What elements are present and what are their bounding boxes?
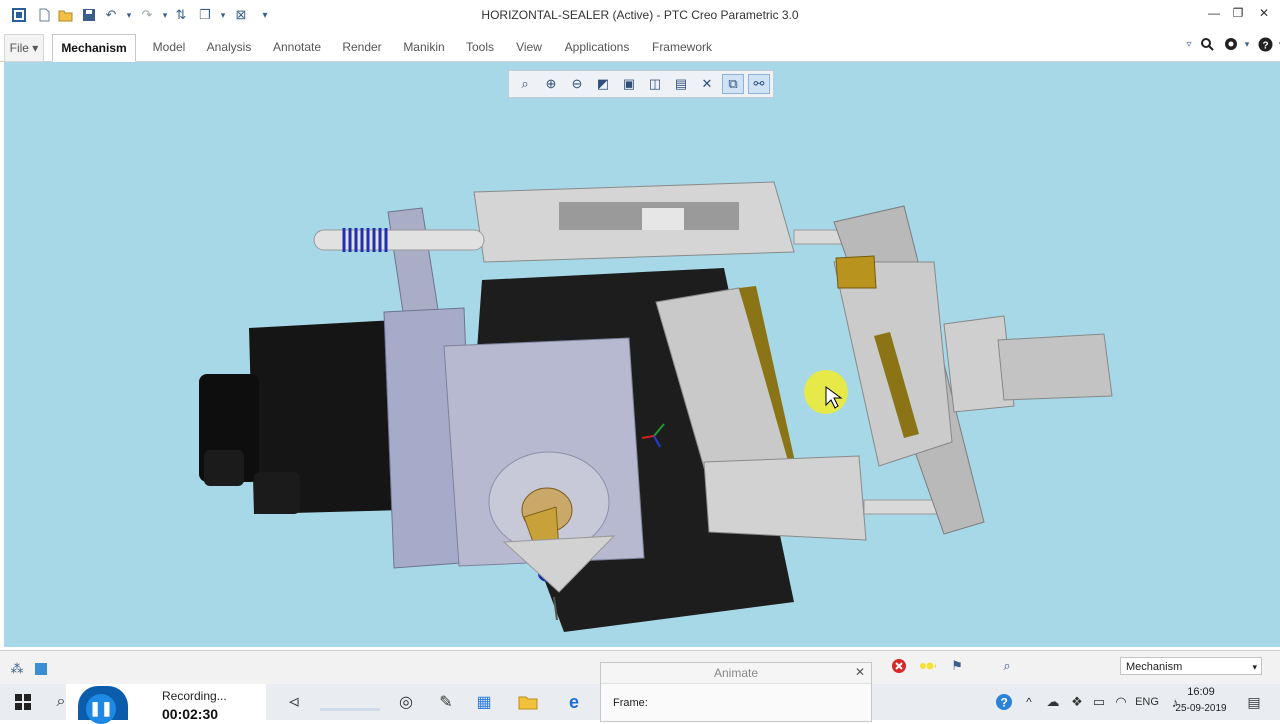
- tab-tools[interactable]: Tools: [458, 34, 502, 60]
- top-rod: [313, 229, 485, 251]
- pen-icon[interactable]: ✎: [432, 684, 460, 720]
- model-render: [199, 181, 1113, 632]
- pneumatic-cylinder: [997, 333, 1113, 401]
- battery-icon[interactable]: ▭: [1088, 684, 1110, 720]
- bottom-right-rod: [863, 499, 945, 515]
- ribbon: File ▾ Mechanism Model Analysis Annotate…: [0, 34, 1280, 62]
- svg-text:?: ?: [1001, 696, 1008, 710]
- selection-filter-value: Mechanism: [1126, 661, 1183, 673]
- lower-jaw-link: [703, 455, 867, 541]
- minimize-button[interactable]: —: [1205, 6, 1223, 24]
- tab-view[interactable]: View: [506, 34, 552, 60]
- graphics-window[interactable]: ⌕ ⊕ ⊖ ◩ ▣ ◫ ▤ ✕ ⧉ ⚯: [4, 62, 1280, 647]
- tab-analysis[interactable]: Analysis: [198, 34, 260, 60]
- language-indicator[interactable]: ENG: [1134, 684, 1160, 720]
- recorder-panel: ❚❚ Recording... 00:02:30: [66, 684, 380, 724]
- ribbon-minimize-icon[interactable]: ▿: [1180, 35, 1198, 53]
- stop-icon[interactable]: [890, 657, 908, 675]
- volume-slider[interactable]: [320, 708, 380, 711]
- find-icon[interactable]: ⌕: [996, 657, 1018, 675]
- community-dropdown-icon[interactable]: ▾: [1238, 35, 1256, 53]
- svg-text:?: ?: [1262, 40, 1268, 51]
- selection-filter[interactable]: Mechanism ▾: [1120, 657, 1262, 675]
- chevron-down-icon: ▾: [1252, 662, 1257, 672]
- animate-close-icon[interactable]: ✕: [855, 665, 865, 679]
- dropbox-icon[interactable]: ❖: [1066, 684, 1088, 720]
- frame-label: Frame:: [613, 697, 648, 709]
- tab-annotate[interactable]: Annotate: [264, 34, 330, 60]
- help-taskbar-icon[interactable]: ?: [990, 684, 1018, 720]
- tab-framework[interactable]: Framework: [642, 34, 722, 60]
- animate-dialog: Animate ✕ Frame:: [600, 662, 872, 722]
- tab-file[interactable]: File ▾: [4, 34, 44, 62]
- wifi-icon[interactable]: ◠: [1110, 684, 1132, 720]
- onedrive-icon[interactable]: ☁: [1042, 684, 1064, 720]
- title-bar: ↶ ▾ ↷ ▾ ⇅ ❐ ▾ ⊠ ▾ HORIZONTAL-SEALER (Act…: [0, 0, 1280, 30]
- clock-date[interactable]: 25-09-2019: [1170, 703, 1232, 714]
- clock-time[interactable]: 16:09: [1170, 686, 1232, 698]
- store-icon[interactable]: ▦: [470, 684, 498, 720]
- motor-connector-1: [204, 450, 244, 486]
- regen-status-icon: [918, 657, 936, 675]
- tab-model[interactable]: Model: [144, 34, 194, 60]
- tray-expand-icon[interactable]: ^: [1020, 684, 1038, 720]
- file-explorer-icon[interactable]: [514, 684, 542, 720]
- motor-connector-2: [254, 472, 300, 514]
- start-button[interactable]: [6, 684, 40, 720]
- notifications-icon[interactable]: ▤: [1240, 684, 1268, 720]
- yellow-clamp: [835, 255, 877, 289]
- top-yoke-slider: [642, 208, 684, 230]
- flag-icon[interactable]: ⚑: [948, 657, 966, 675]
- tab-manikin[interactable]: Manikin: [394, 34, 454, 60]
- restore-button[interactable]: ❐: [1229, 6, 1247, 24]
- model-tree-toggle-icon[interactable]: ⁂: [8, 660, 26, 678]
- help-dropdown-icon[interactable]: ▾: [1272, 35, 1280, 53]
- edge-icon[interactable]: e: [560, 684, 588, 720]
- tab-applications[interactable]: Applications: [556, 34, 638, 60]
- window-title: HORIZONTAL-SEALER (Active) - PTC Creo Pa…: [481, 8, 799, 22]
- animate-dialog-title: Animate: [601, 663, 871, 684]
- recording-status: Recording...: [162, 689, 227, 703]
- camera-icon[interactable]: ⏿: [280, 684, 308, 720]
- search-icon[interactable]: [1198, 35, 1216, 53]
- browser-toggle-icon[interactable]: [32, 660, 50, 678]
- webcam-icon[interactable]: ◎: [392, 684, 420, 720]
- close-button[interactable]: ✕: [1255, 6, 1273, 24]
- tab-render[interactable]: Render: [334, 34, 390, 60]
- tab-mechanism[interactable]: Mechanism: [52, 34, 136, 62]
